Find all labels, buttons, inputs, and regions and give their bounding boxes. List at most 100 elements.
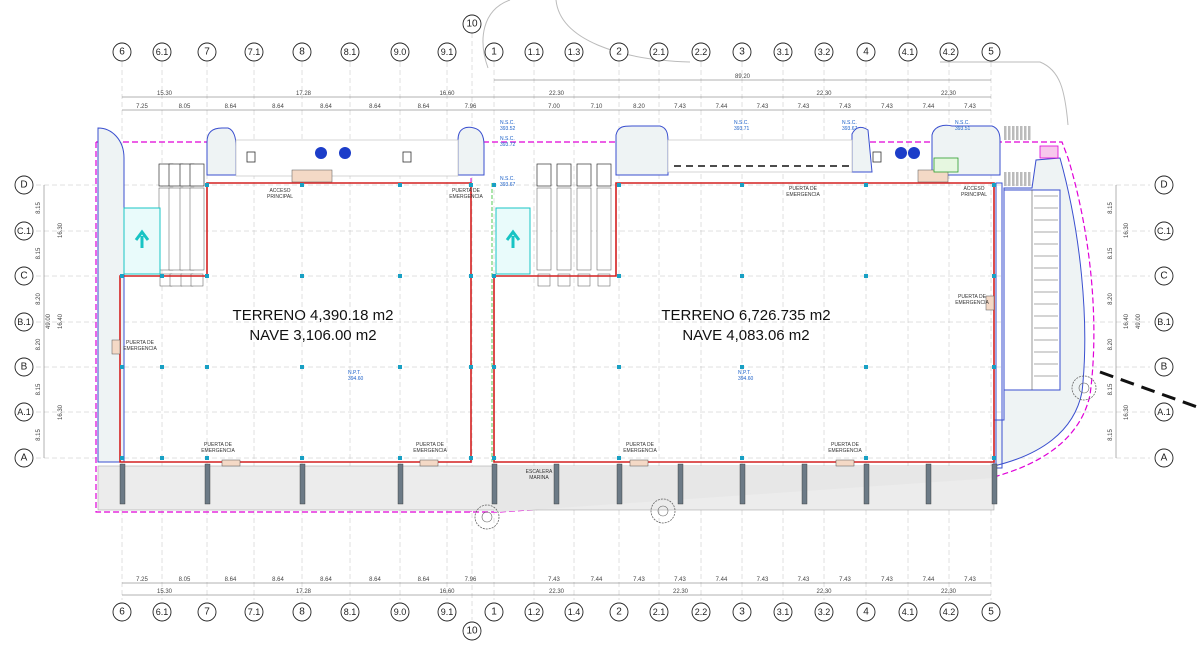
south-pier bbox=[925, 463, 932, 505]
puerta-w-2: EMERGENCIA bbox=[123, 346, 157, 352]
truck-cab bbox=[189, 163, 205, 187]
stair-box-3 bbox=[872, 151, 882, 163]
crosswalk-bar bbox=[1028, 126, 1031, 140]
grid-bubble-top: 9.0 bbox=[390, 42, 410, 62]
grid-bubble-right: D bbox=[1154, 175, 1174, 195]
planter-ne-2 bbox=[851, 126, 873, 173]
dim-bottom-group: 22.30 bbox=[941, 589, 957, 595]
grid-bubble-bottom: 3 bbox=[732, 602, 752, 622]
grid-bubble-bottom: 6 bbox=[112, 602, 132, 622]
column-marker bbox=[617, 274, 621, 278]
dim-bottom-span: 7.43 bbox=[757, 577, 769, 583]
dim-top-span: 7.00 bbox=[548, 104, 560, 110]
dim-top-span: 7.44 bbox=[716, 104, 728, 110]
left-nave-label: NAVE 3,106.00 m2 bbox=[249, 327, 376, 344]
dim-bottom-span: 7.44 bbox=[716, 577, 728, 583]
dim-top-span: 7.44 bbox=[923, 104, 935, 110]
north-gate-left bbox=[291, 169, 333, 183]
puerta-s1-2: EMERGENCIA bbox=[201, 448, 235, 454]
section-cut-line bbox=[1099, 370, 1200, 410]
grid-bubble-top-text: 4 bbox=[863, 47, 869, 58]
crosswalk-bar bbox=[1024, 172, 1027, 186]
grid-bubble-top-text: 1 bbox=[491, 47, 497, 58]
dim-top-span: 7.96 bbox=[465, 104, 477, 110]
grid-bubble-top-text: 4.1 bbox=[902, 47, 915, 57]
column-marker bbox=[469, 365, 473, 369]
grid-bubble-bottom: 3.2 bbox=[814, 602, 834, 622]
nsc-5-value: 393.67 bbox=[842, 126, 858, 132]
grid-bubble-top-text: 3 bbox=[739, 47, 745, 58]
south-pier bbox=[991, 463, 998, 505]
dim-vert-mid-left: 16.30 bbox=[58, 222, 64, 238]
grid-bubble-bottom-text: 3.1 bbox=[777, 607, 790, 617]
dim-bottom-group: 22.30 bbox=[549, 589, 565, 595]
truck-cab bbox=[536, 163, 552, 187]
grid-bubble-bottom: 8 bbox=[292, 602, 312, 622]
dim-vert-inner-right: 8.15 bbox=[1108, 202, 1114, 214]
dim-vert-mid-left: 16.40 bbox=[58, 313, 64, 329]
dim-vert-inner-left: 8.15 bbox=[36, 247, 42, 259]
grid-bubble-top: 7.1 bbox=[244, 42, 264, 62]
grid-bubble-top-text: 3.1 bbox=[777, 47, 790, 57]
dim-bottom-span: 8.64 bbox=[320, 577, 332, 583]
dim-bottom-span: 7.44 bbox=[591, 577, 603, 583]
grid-bubble-top: 6 bbox=[112, 42, 132, 62]
grid-bubble-top-text: 8 bbox=[299, 47, 305, 58]
grid-bubble-top: 9.1 bbox=[437, 42, 457, 62]
grid-bubble-left: A bbox=[14, 448, 34, 468]
crosswalk-bar bbox=[1012, 126, 1015, 140]
grid-bubble-bottom-text: 7 bbox=[204, 607, 210, 618]
pink-sign bbox=[1039, 145, 1059, 159]
column-marker bbox=[992, 274, 996, 278]
grid-bubble-top: 1 bbox=[484, 42, 504, 62]
crosswalk-bar bbox=[1004, 126, 1007, 140]
south-pier bbox=[119, 463, 126, 505]
dim-bottom-group: 17.28 bbox=[296, 589, 312, 595]
grid-bubble-right-text: A bbox=[1161, 453, 1168, 464]
npt-left-value: 394.60 bbox=[348, 376, 364, 382]
dim-vert-inner-left: 8.20 bbox=[36, 293, 42, 305]
acceso-left-2: PRINCIPAL bbox=[267, 194, 293, 200]
dim-vert-mid-right: 16.30 bbox=[1124, 222, 1130, 238]
grid-bubble-bottom-text: 2 bbox=[616, 607, 622, 618]
south-pier bbox=[863, 463, 870, 505]
dim-top-group-left: 15.30 bbox=[157, 91, 173, 97]
crosswalk-bar bbox=[1008, 172, 1011, 186]
grid-bubble-bottom-text: 3.2 bbox=[818, 607, 831, 617]
grid-bubble-top: 7 bbox=[197, 42, 217, 62]
dim-top-span: 8.64 bbox=[369, 104, 381, 110]
grid-bubble-bottom: 4 bbox=[856, 602, 876, 622]
dim-bottom-span: 8.64 bbox=[369, 577, 381, 583]
grid-bubble-right-text: C bbox=[1160, 271, 1167, 282]
column-marker bbox=[864, 274, 868, 278]
column-marker bbox=[205, 456, 209, 460]
crosswalk-bar bbox=[1012, 172, 1015, 186]
puerta-ne-2: EMERGENCIA bbox=[786, 192, 820, 198]
crosswalk-bar bbox=[1004, 172, 1007, 186]
grid-bubble-bottom: 2.2 bbox=[691, 602, 711, 622]
column-marker bbox=[469, 274, 473, 278]
dim-top-group-right: 22.30 bbox=[816, 91, 832, 97]
planter-ne-1 bbox=[615, 125, 669, 176]
column-marker bbox=[300, 456, 304, 460]
right-nave-label: NAVE 4,083.06 m2 bbox=[682, 327, 809, 344]
ramp-right bbox=[495, 207, 531, 275]
grid-bubble-bottom-text: 3 bbox=[739, 607, 745, 618]
grid-bubble-bottom: 3.1 bbox=[773, 602, 793, 622]
dim-top-span: 8.64 bbox=[320, 104, 332, 110]
dim-vert-total-left: 49.00 bbox=[46, 313, 52, 329]
planter-n-mid bbox=[457, 126, 485, 176]
acceso-right-2: PRINCIPAL bbox=[961, 192, 987, 198]
column-marker bbox=[160, 274, 164, 278]
grid-bubble-top: 3 bbox=[732, 42, 752, 62]
grid-bubble-right-text: B bbox=[1161, 362, 1168, 373]
dim-bottom-span: 7.43 bbox=[798, 577, 810, 583]
dim-top-span: 7.43 bbox=[674, 104, 686, 110]
dim-vert-inner-left: 8.15 bbox=[36, 429, 42, 441]
south-pier bbox=[299, 463, 306, 505]
grid-bubble-left: D bbox=[14, 175, 34, 195]
dim-top-span: 8.64 bbox=[272, 104, 284, 110]
grid-bubble-bottom: 1.2 bbox=[524, 602, 544, 622]
crosswalk-bar bbox=[1020, 126, 1023, 140]
south-pier bbox=[397, 463, 404, 505]
